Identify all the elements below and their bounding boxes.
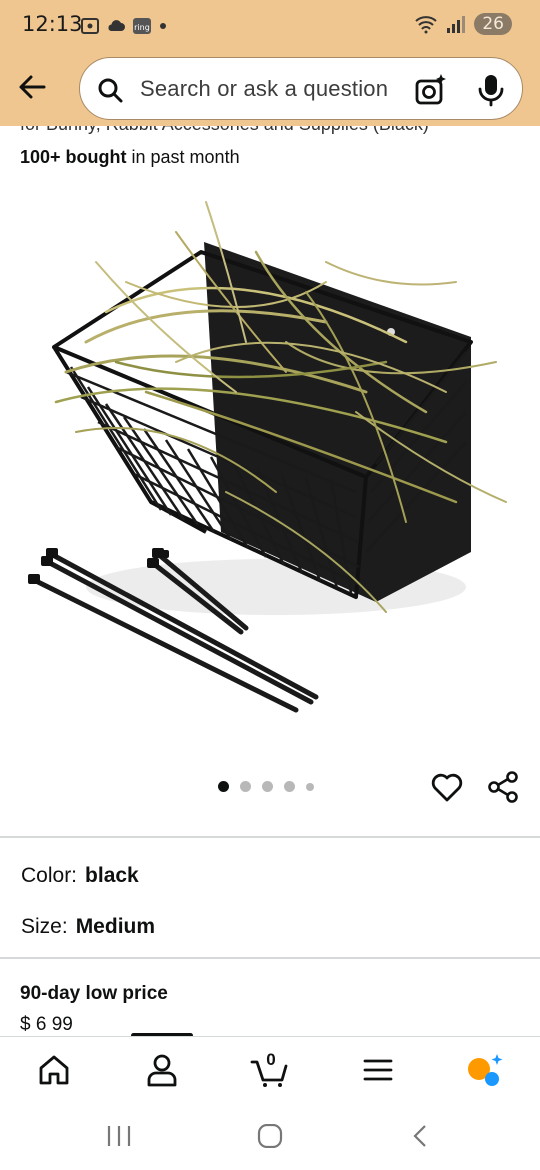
recent-apps-icon[interactable] [106,1124,132,1148]
system-navigation [0,1104,540,1170]
color-value: black [85,864,139,887]
back-arrow-icon[interactable] [14,69,50,105]
size-value: Medium [75,915,156,938]
carousel-dot[interactable] [240,781,251,792]
notification-icons: ring [80,15,168,37]
rufus-icon[interactable] [466,1052,506,1088]
search-bar[interactable]: Search or ask a question [79,57,523,120]
share-icon[interactable] [486,770,520,804]
bought-count-bold: 100+ bought [20,147,127,167]
bought-count: 100+ bought in past month [20,147,240,168]
camera-search-icon[interactable] [414,73,448,107]
ring-app-icon: ring [133,18,151,34]
size-label: Size: [21,915,68,938]
wifi-icon [415,16,438,34]
heart-icon[interactable] [430,770,464,804]
section-divider [0,836,540,838]
battery-indicator: 26 [474,13,512,35]
cart-button[interactable]: 0 [250,1050,290,1088]
section-divider [0,957,540,959]
product-image[interactable] [26,192,514,732]
menu-icon[interactable] [358,1052,398,1088]
home-icon[interactable] [34,1052,74,1088]
microphone-icon[interactable] [476,73,506,107]
svg-text:ring: ring [134,23,150,32]
color-selector[interactable]: Color: black [21,864,139,888]
cloud-icon [108,20,125,31]
account-icon[interactable] [142,1052,182,1088]
price-text: $ 6 99 [20,1014,73,1035]
system-status: 26 [414,13,512,35]
price-value: $ 6 99 [20,1014,73,1036]
home-button-icon[interactable] [257,1124,283,1148]
bought-count-rest: in past month [126,147,240,167]
color-label: Color: [21,864,78,887]
carousel-dot[interactable] [284,781,295,792]
status-bar: 12:13 ring 26 [0,0,540,52]
app-header: Search or ask a question [0,52,540,126]
carousel-dot[interactable] [262,781,273,792]
carousel-dot[interactable] [218,781,229,792]
status-time: 12:13 [22,12,83,36]
size-selector[interactable]: Size: Medium [21,915,155,939]
signal-icon [447,16,466,33]
dot-icon [160,23,166,29]
screenshot-icon [81,18,99,34]
cart-count: 0 [266,1050,276,1069]
price-label: 90-day low price [20,983,168,1004]
carousel-dot[interactable] [306,782,314,791]
image-carousel-dots[interactable] [218,781,314,792]
search-input[interactable]: Search or ask a question [140,76,388,102]
system-back-icon[interactable] [410,1124,430,1148]
search-icon [98,78,123,103]
